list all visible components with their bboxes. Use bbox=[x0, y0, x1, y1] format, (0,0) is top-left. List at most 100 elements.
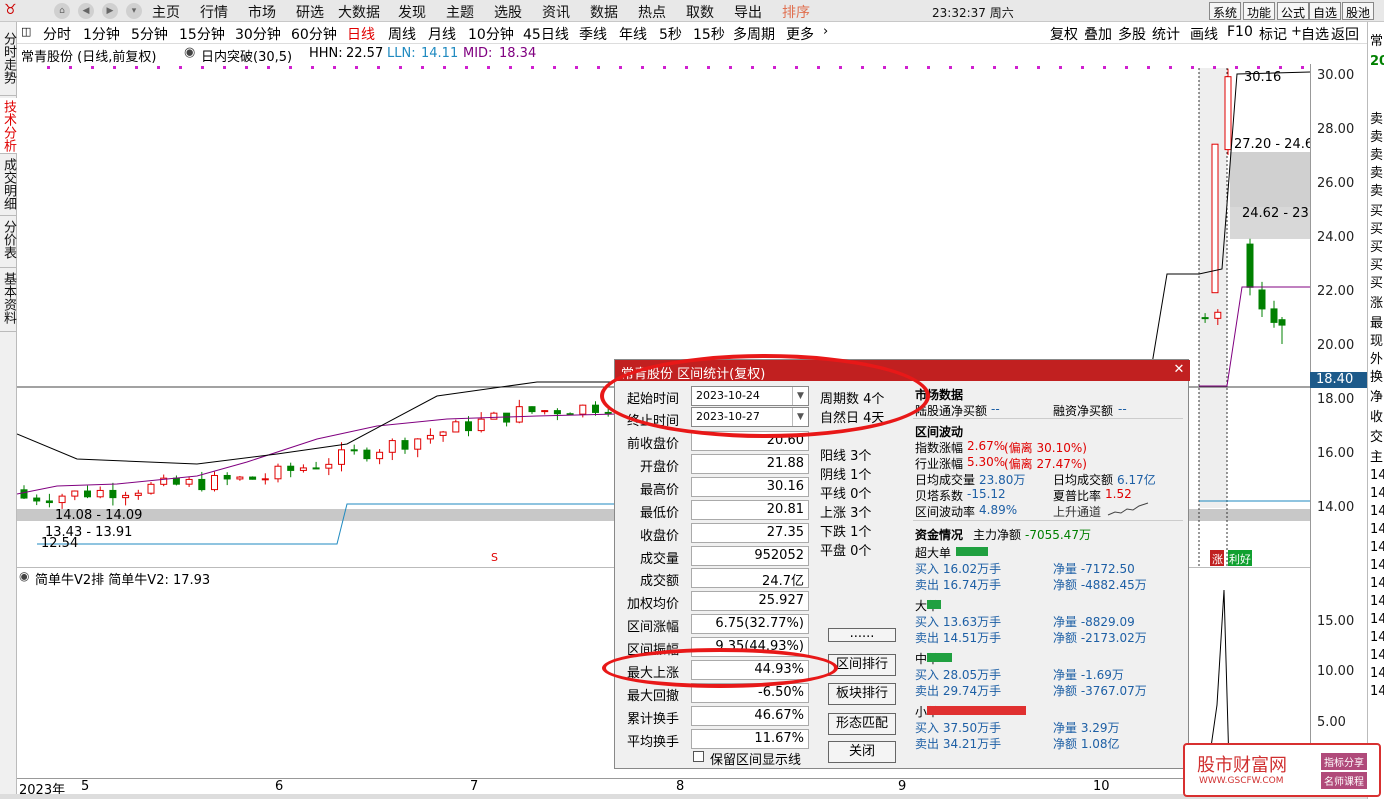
tab-fundamentals[interactable]: 基本资料 bbox=[0, 270, 17, 332]
menu-theme[interactable]: 主题 bbox=[446, 2, 474, 22]
tab-period-more[interactable]: 更多 bbox=[786, 24, 814, 44]
tool-multi-stock[interactable]: 多股 bbox=[1118, 24, 1146, 44]
close-button[interactable]: 关闭 bbox=[828, 741, 896, 763]
tool-watchlist[interactable]: 自选 bbox=[1301, 24, 1329, 44]
quote-label: 买 bbox=[1370, 204, 1384, 219]
interval-rank-button[interactable]: 区间排行 bbox=[828, 654, 896, 676]
tool-mark[interactable]: 标记 bbox=[1259, 24, 1287, 44]
menu-bigdata[interactable]: 大数据 bbox=[338, 2, 380, 22]
tab-trades[interactable]: 成交明细 bbox=[0, 156, 17, 216]
low-annotation: 12.54 bbox=[41, 536, 78, 551]
left-tabs: 分时走势 技术分析 成交明细 分价表 基本资料 bbox=[0, 22, 17, 799]
tab-period-intraday[interactable]: 分时 bbox=[43, 24, 71, 44]
mid-value: 18.34 bbox=[499, 46, 537, 61]
menu-sort[interactable]: 排序 bbox=[782, 2, 810, 22]
stock-pool-button[interactable]: 股池 bbox=[1342, 2, 1375, 20]
sub-indicator-toggle-icon[interactable]: ◉ bbox=[19, 569, 29, 583]
forward-icon[interactable]: ▶ bbox=[102, 3, 118, 19]
menu-export[interactable]: 导出 bbox=[734, 2, 762, 22]
tab-period-year[interactable]: 年线 bbox=[619, 24, 647, 44]
tab-price-table[interactable]: 分价表 bbox=[0, 218, 17, 268]
avg-amount-value: 6.17亿 bbox=[1117, 473, 1156, 487]
field-value: 11.67% bbox=[691, 728, 809, 749]
app-logo-icon[interactable]: ♉ bbox=[4, 2, 17, 18]
tab-period-60min[interactable]: 60分钟 bbox=[291, 24, 337, 44]
wave-title: 区间波动 bbox=[915, 425, 964, 439]
tab-period-multi[interactable]: 多周期 bbox=[733, 24, 775, 44]
tab-period-30min[interactable]: 30分钟 bbox=[235, 24, 281, 44]
menu-news[interactable]: 资讯 bbox=[542, 2, 570, 22]
signal-dot bbox=[135, 66, 138, 69]
candle bbox=[20, 489, 28, 499]
tab-technical-label: 技术分析 bbox=[1, 100, 16, 152]
signal-dot bbox=[597, 66, 600, 69]
menu-home[interactable]: 主页 bbox=[152, 2, 180, 22]
home-icon[interactable]: ⌂ bbox=[54, 3, 70, 19]
watchlist-button[interactable]: 自选 bbox=[1309, 2, 1342, 20]
tab-period-monthly[interactable]: 月线 bbox=[428, 24, 456, 44]
tab-period-quarter[interactable]: 季线 bbox=[579, 24, 607, 44]
tool-f10[interactable]: F10 bbox=[1227, 24, 1253, 40]
more-button[interactable]: ...... bbox=[828, 627, 896, 642]
quote-label: 14 bbox=[1370, 468, 1384, 483]
chevron-right-icon[interactable]: › bbox=[823, 24, 828, 39]
candle bbox=[414, 438, 422, 450]
fund-net-volume: 净量 3.29万 bbox=[1053, 721, 1120, 735]
layout-toggle-icon[interactable]: ◫ bbox=[21, 25, 31, 38]
tool-draw[interactable]: 画线 bbox=[1190, 24, 1218, 44]
tool-statistics[interactable]: 统计 bbox=[1152, 24, 1180, 44]
pattern-match-button[interactable]: 形态匹配 bbox=[828, 713, 896, 735]
avg-amount-label: 日均成交额 bbox=[1053, 473, 1114, 487]
signal-dot bbox=[1213, 66, 1216, 69]
menu-stock-pick[interactable]: 选股 bbox=[494, 2, 522, 22]
tab-technical[interactable]: 技术分析 bbox=[0, 98, 17, 154]
tab-period-45day[interactable]: 45日线 bbox=[523, 24, 569, 44]
menu-hot[interactable]: 热点 bbox=[638, 2, 666, 22]
back-icon[interactable]: ◀ bbox=[78, 3, 94, 19]
close-icon[interactable]: ✕ bbox=[1171, 362, 1187, 378]
tab-period-1min[interactable]: 1分钟 bbox=[83, 24, 120, 44]
field-value: 27.35 bbox=[691, 522, 809, 543]
signal-dot bbox=[927, 66, 930, 69]
tab-period-15min[interactable]: 15分钟 bbox=[179, 24, 225, 44]
tab-period-5min[interactable]: 5分钟 bbox=[131, 24, 168, 44]
beta-label: 贝塔系数 bbox=[915, 489, 964, 503]
menu-quotes[interactable]: 行情 bbox=[200, 2, 228, 22]
quote-label: 卖 bbox=[1370, 130, 1384, 145]
candle bbox=[503, 412, 511, 423]
quote-label: 14 bbox=[1370, 522, 1384, 537]
fund-net-amount: 净额 -3767.07万 bbox=[1053, 684, 1147, 698]
tab-period-15sec[interactable]: 15秒 bbox=[693, 24, 725, 44]
field-value: 24.7亿 bbox=[691, 568, 809, 589]
current-price-tag: 18.40 bbox=[1310, 372, 1367, 388]
quote-label: 14 bbox=[1370, 486, 1384, 501]
tool-back[interactable]: 返回 bbox=[1331, 24, 1359, 44]
signal-dot bbox=[795, 66, 798, 69]
menu-data[interactable]: 数据 bbox=[590, 2, 618, 22]
refresh-icon[interactable]: ▾ bbox=[126, 3, 142, 19]
tab-period-5sec[interactable]: 5秒 bbox=[659, 24, 682, 44]
menu-market[interactable]: 市场 bbox=[248, 2, 276, 22]
quote-label: 14 bbox=[1370, 540, 1384, 555]
menu-discover[interactable]: 发现 bbox=[398, 2, 426, 22]
candle bbox=[465, 421, 472, 432]
menu-fetch[interactable]: 取数 bbox=[686, 2, 714, 22]
system-button[interactable]: 系统 bbox=[1209, 2, 1242, 20]
candle bbox=[58, 495, 66, 504]
tab-intraday[interactable]: 分时走势 bbox=[0, 30, 17, 96]
tool-adjust[interactable]: 复权 bbox=[1050, 24, 1078, 44]
function-button[interactable]: 功能 bbox=[1243, 2, 1276, 20]
sector-rank-button[interactable]: 板块排行 bbox=[828, 683, 896, 705]
formula-button[interactable]: 公式 bbox=[1277, 2, 1310, 20]
candle bbox=[553, 410, 561, 415]
keep-line-checkbox[interactable] bbox=[693, 751, 704, 762]
candle bbox=[490, 412, 498, 420]
index-gain-label: 指数涨幅 bbox=[915, 441, 964, 455]
tab-period-10min[interactable]: 10分钟 bbox=[468, 24, 514, 44]
indicator-toggle-icon[interactable]: ◉ bbox=[184, 45, 195, 60]
signal-dot bbox=[1257, 66, 1260, 69]
tool-overlay[interactable]: 叠加 bbox=[1084, 24, 1112, 44]
menu-research[interactable]: 研选 bbox=[296, 2, 324, 22]
tab-period-daily[interactable]: 日线 bbox=[347, 24, 375, 44]
tab-period-weekly[interactable]: 周线 bbox=[388, 24, 416, 44]
